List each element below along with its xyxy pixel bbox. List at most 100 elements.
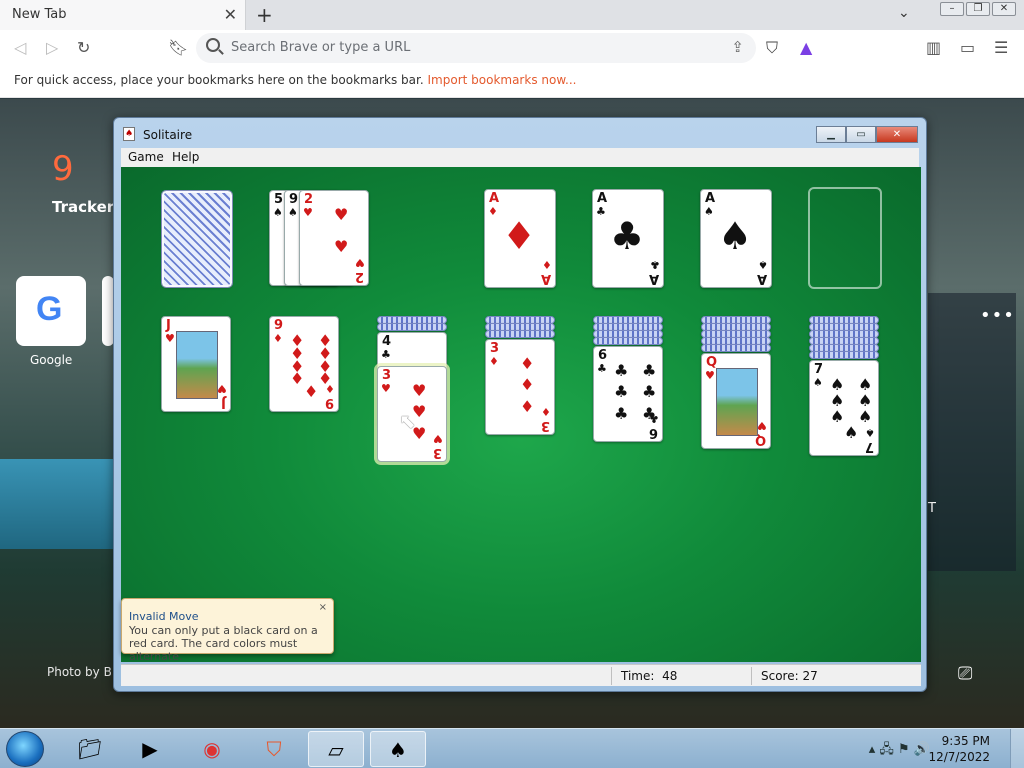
foundation-card[interactable]: A ♣ A ♣ ♣ [592, 189, 664, 288]
card-suit-icon: ♠ [830, 407, 845, 426]
window-controls: ▁ ▭ ✕ [816, 126, 918, 143]
card-suit-icon: ♠ [288, 206, 298, 219]
foundation-card[interactable]: A ♦ A ♦ ♦ [484, 189, 556, 288]
tooltip-title: Invalid Move [129, 610, 199, 623]
waste-card[interactable]: 2 ♥ 2 ♥ ♥ ♥ [299, 190, 369, 286]
close-button[interactable]: ✕ [876, 126, 918, 143]
solitaire-app-icon: ♠ [123, 127, 135, 141]
card-suit-icon: ♣ [597, 362, 607, 375]
tracker-count: 9 [52, 149, 74, 189]
tooltip-close-icon[interactable]: × [319, 602, 327, 613]
time-readout: Time: 48 [621, 669, 678, 683]
card-suit-icon: ♦ [541, 405, 551, 418]
tableau-card[interactable]: 3 ♦ 3 ♦ ♦ ♦ ♦ [485, 339, 555, 435]
start-button[interactable] [6, 731, 44, 767]
card-suit-icon: ♥ [165, 332, 175, 345]
bookmarks-bar: For quick access, place your bookmarks h… [0, 66, 1024, 98]
card-suit-icon: ♠ [273, 206, 283, 219]
url-placeholder: Search Brave or type a URL [231, 40, 411, 55]
tableau-card[interactable]: Q ♥ Q ♥ [701, 353, 771, 449]
video-call-icon[interactable]: ⎚ [958, 663, 972, 684]
top-site-google[interactable]: G [16, 276, 86, 346]
brave-rewards-icon[interactable]: ▲ [800, 38, 812, 57]
forward-icon[interactable]: ▷ [46, 38, 58, 57]
card-suit-icon: ♦ [520, 354, 535, 373]
tableau-hidden-card[interactable] [701, 344, 771, 352]
close-tab-icon[interactable]: ✕ [224, 5, 237, 24]
card-suit-icon: ♣ [614, 403, 629, 423]
card-suit-icon: ♥ [381, 382, 391, 395]
card-rank: 4 [382, 334, 392, 349]
show-desktop-button[interactable] [1010, 729, 1024, 768]
brave-icon[interactable]: ⛉ [246, 731, 302, 767]
card-suit-icon: ♦ [520, 396, 535, 416]
foundation-empty-slot[interactable] [808, 187, 882, 289]
card-suit-icon: ♦ [489, 355, 499, 368]
card-rank: 6 [648, 425, 658, 440]
chevron-down-icon[interactable]: ⌄ [898, 5, 910, 21]
maximize-button[interactable]: ▭ [846, 126, 876, 143]
file-explorer-icon[interactable]: 📁︎ [62, 731, 118, 767]
minimize-button[interactable]: ▁ [816, 126, 846, 143]
solitaire-titlebar[interactable]: ♠ Solitaire ▁ ▭ ✕ [114, 118, 926, 148]
tableau-card[interactable]: 6 ♣ 6 ♣ ♣ ♣ ♣ ♣ ♣ ♣ [593, 346, 663, 442]
system-tray: ▴ 🖧 ⚑ 🔊 9:35 PM 12/7/2022 [824, 729, 1024, 768]
more-icon[interactable]: ••• [980, 305, 1015, 326]
tableau-hidden-card[interactable] [593, 337, 663, 345]
card-suit-icon: ♠ [844, 423, 859, 442]
reload-icon[interactable]: ↻ [77, 38, 90, 57]
card-suit-icon: ♣ [610, 214, 645, 258]
photo-credit[interactable]: Photo by B [47, 665, 112, 679]
restore-button[interactable]: ❐ [966, 2, 990, 16]
notes-icon[interactable]: ▱ [308, 731, 364, 767]
new-tab-button[interactable]: + [256, 3, 273, 27]
tableau-card[interactable]: 9 ♦ 9 ♦ ♦ ♦ ♦ ♦ ♦ ♦ ♦ ♦ ♦ [269, 316, 339, 412]
back-icon[interactable]: ◁ [14, 38, 26, 57]
card-suit-icon: ♣ [642, 361, 657, 380]
menu-bar: Game Help [121, 148, 919, 167]
card-rank: J [166, 318, 171, 333]
tableau-hidden-card[interactable] [377, 323, 447, 331]
face-card-art [716, 368, 758, 436]
menu-help[interactable]: Help [172, 150, 199, 164]
news-widget[interactable] [928, 293, 1016, 571]
card-rank: 7 [864, 439, 874, 454]
stock-pile[interactable] [161, 190, 233, 288]
wallet-icon[interactable]: ▭ [960, 38, 975, 57]
share-icon[interactable]: ⇪ [731, 38, 744, 56]
solitaire-taskbar-icon[interactable]: ♠ [370, 731, 426, 767]
card-suit-icon: ♥ [303, 206, 313, 219]
tableau-card[interactable]: 7 ♠ 7 ♠ ♠ ♠ ♠ ♠ ♠ ♠ ♠ [809, 360, 879, 456]
menu-icon[interactable]: ☰ [994, 38, 1008, 57]
card-rank: 9 [289, 192, 299, 207]
address-bar[interactable]: Search Brave or type a URL ⇪ [196, 33, 756, 63]
tray-icons[interactable]: ▴ 🖧 ⚑ 🔊 [869, 740, 930, 762]
card-suit-icon: ♥ [433, 432, 443, 445]
card-rank: 2 [304, 192, 314, 207]
widget-text: T [928, 501, 936, 516]
close-button[interactable]: ✕ [992, 2, 1016, 16]
sidebar-icon[interactable]: ▥ [926, 38, 941, 57]
bookmark-icon[interactable]: 🔖︎ [168, 38, 188, 57]
card-suit-icon: ♠ [865, 426, 875, 439]
tableau-card[interactable]: J ♥ J ♥ [161, 316, 231, 412]
card-rank: J [221, 395, 226, 410]
card-suit-icon: ♣ [642, 403, 657, 423]
tableau-hidden-card[interactable] [485, 330, 555, 338]
card-rank: 9 [324, 395, 334, 410]
minimize-button[interactable]: – [940, 2, 964, 16]
clock-time[interactable]: 9:35 PM [942, 734, 990, 748]
tab-new-tab[interactable]: New Tab ✕ [0, 0, 246, 30]
card-rank: 3 [432, 445, 442, 460]
clock-date[interactable]: 12/7/2022 [928, 750, 990, 764]
tableau-hidden-card[interactable] [809, 351, 879, 359]
chrome-icon[interactable]: ◉ [184, 731, 240, 767]
media-player-icon[interactable]: ▶ [122, 731, 178, 767]
card-suit-icon: ♦ [542, 258, 552, 271]
menu-game[interactable]: Game [128, 150, 164, 164]
foundation-card[interactable]: A ♠ A ♠ ♠ [700, 189, 772, 288]
card-suit-icon: ♥ [757, 419, 767, 432]
import-bookmarks-link[interactable]: Import bookmarks now... [428, 73, 577, 87]
brave-shields-icon[interactable]: ⛉ [766, 38, 778, 58]
mouse-cursor-icon: ⬉ [399, 409, 416, 433]
